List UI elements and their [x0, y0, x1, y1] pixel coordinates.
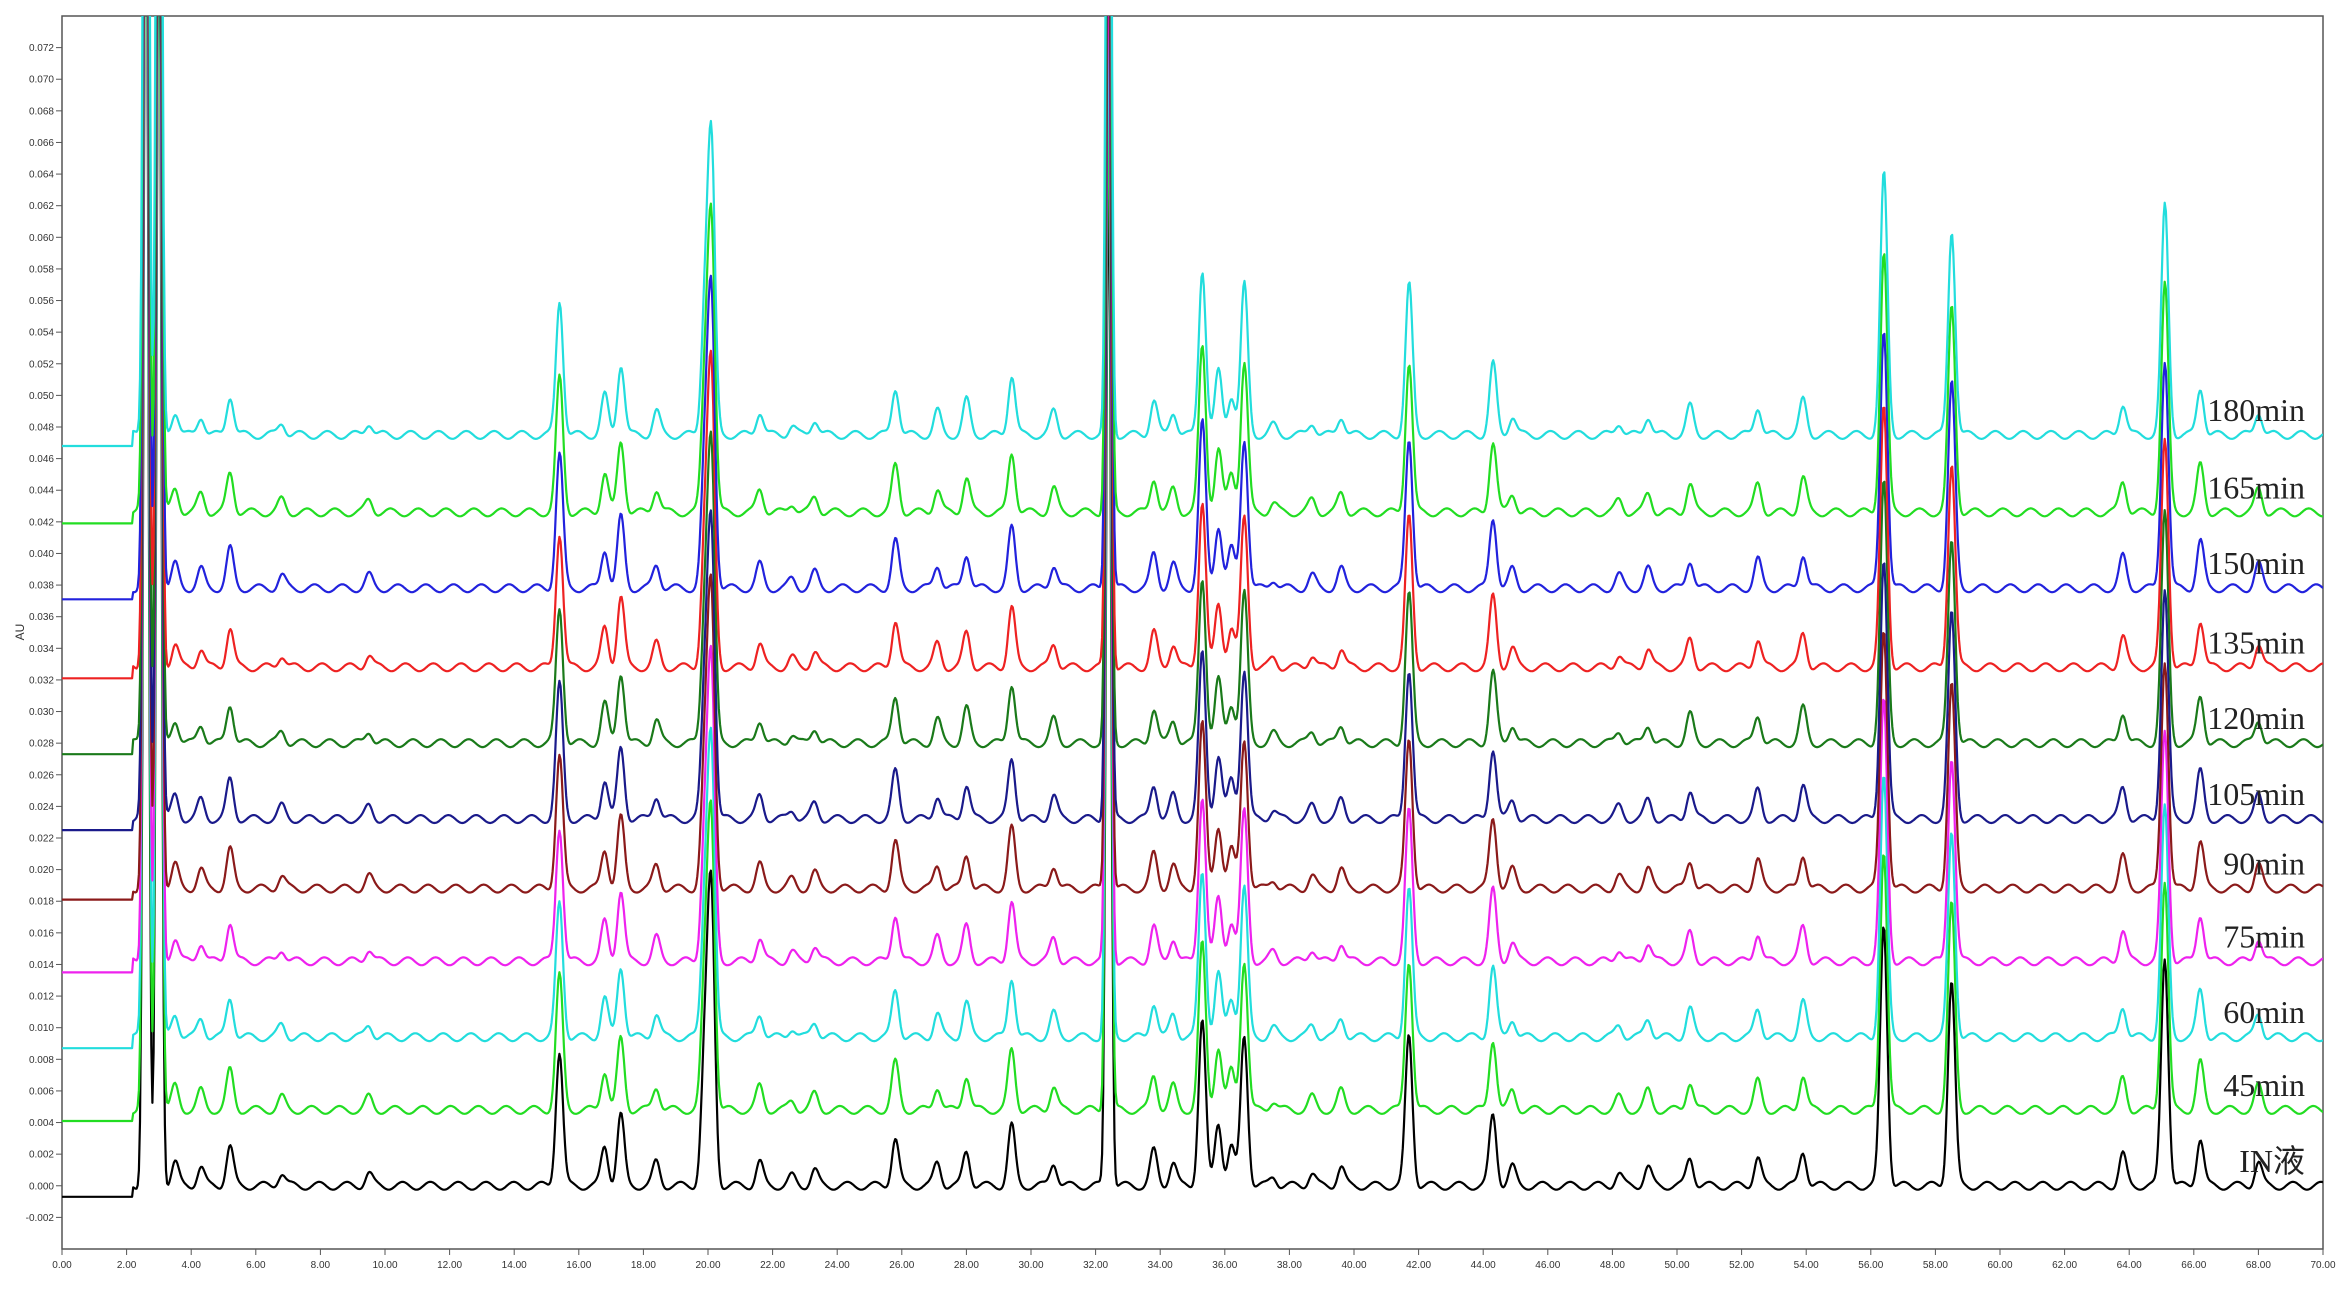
- x-tick-label: 18.00: [631, 1260, 656, 1271]
- y-tick-label: -0.002: [26, 1213, 55, 1224]
- x-tick-label: 0.00: [52, 1260, 72, 1271]
- y-tick-label: 0.026: [29, 770, 54, 781]
- x-tick-label: 10.00: [372, 1260, 397, 1271]
- plot-frame: [61, 15, 2324, 1250]
- y-tick-label: 0.010: [29, 1023, 54, 1034]
- series-label: 105min: [2207, 776, 2305, 812]
- series-label: 60min: [2223, 994, 2305, 1030]
- y-axis: -0.002 0.000 0.002 0.004 0.006 0.008 0.010 0.01…: [26, 43, 62, 1224]
- x-tick-label: 60.00: [1987, 1260, 2012, 1271]
- x-tick-label: 30.00: [1018, 1260, 1043, 1271]
- series-label: 165min: [2207, 469, 2305, 505]
- y-tick-label: 0.008: [29, 1055, 54, 1066]
- x-tick-label: 6.00: [246, 1260, 266, 1271]
- series-label: IN液: [2239, 1143, 2305, 1179]
- y-tick-label: 0.002: [29, 1150, 54, 1161]
- series-label: 135min: [2207, 624, 2305, 660]
- x-tick-label: 22.00: [760, 1260, 785, 1271]
- y-tick-label: 0.040: [29, 549, 54, 560]
- y-tick-label: 0.016: [29, 928, 54, 939]
- x-tick-label: 34.00: [1148, 1260, 1173, 1271]
- x-axis: 0.00 2.00 4.00 6.00 8.00 10.00 12.00 14.00 16.00…: [52, 1249, 2336, 1271]
- x-tick-label: 62.00: [2052, 1260, 2077, 1271]
- y-tick-label: 0.038: [29, 581, 54, 592]
- x-tick-label: 56.00: [1858, 1260, 1883, 1271]
- x-tick-label: 16.00: [566, 1260, 591, 1271]
- y-tick-label: 0.028: [29, 739, 54, 750]
- series-label: 75min: [2223, 918, 2305, 954]
- y-tick-label: 0.066: [29, 138, 54, 149]
- x-tick-label: 54.00: [1794, 1260, 1819, 1271]
- x-tick-label: 8.00: [311, 1260, 331, 1271]
- x-tick-label: 66.00: [2181, 1260, 2206, 1271]
- x-tick-label: 48.00: [1600, 1260, 1625, 1271]
- y-tick-label: 0.050: [29, 391, 54, 402]
- x-tick-label: 26.00: [889, 1260, 914, 1271]
- y-tick-label: 0.000: [29, 1181, 54, 1192]
- series-label: 150min: [2207, 545, 2305, 581]
- series-label: 180min: [2207, 392, 2305, 428]
- x-tick-label: 4.00: [181, 1260, 201, 1271]
- series-label: 90min: [2223, 846, 2305, 882]
- x-tick-label: 50.00: [1664, 1260, 1689, 1271]
- y-tick-label: 0.006: [29, 1086, 54, 1097]
- series-label: 45min: [2223, 1067, 2305, 1103]
- x-tick-label: 44.00: [1471, 1260, 1496, 1271]
- y-tick-label: 0.036: [29, 612, 54, 623]
- series-label: 120min: [2207, 700, 2305, 736]
- y-tick-label: 0.044: [29, 486, 54, 497]
- y-tick-label: 0.052: [29, 359, 54, 370]
- x-tick-label: 14.00: [502, 1260, 527, 1271]
- x-tick-label: 36.00: [1212, 1260, 1237, 1271]
- y-tick-label: 0.034: [29, 644, 54, 655]
- x-tick-label: 64.00: [2117, 1260, 2142, 1271]
- y-tick-label: 0.056: [29, 296, 54, 307]
- x-tick-label: 46.00: [1535, 1260, 1560, 1271]
- x-tick-label: 70.00: [2310, 1260, 2335, 1271]
- y-tick-label: 0.032: [29, 675, 54, 686]
- x-tick-label: 28.00: [954, 1260, 979, 1271]
- y-tick-label: 0.058: [29, 264, 54, 275]
- y-tick-label: 0.060: [29, 233, 54, 244]
- y-tick-label: 0.004: [29, 1118, 54, 1129]
- y-tick-label: 0.022: [29, 834, 54, 845]
- y-tick-label: 0.012: [29, 992, 54, 1003]
- y-tick-label: 0.020: [29, 865, 54, 876]
- x-tick-label: 68.00: [2246, 1260, 2271, 1271]
- chromatogram-chart: -0.002 0.000 0.002 0.004 0.006 0.008 0.010 0.01…: [13, 15, 2336, 1271]
- y-tick-label: 0.068: [29, 106, 54, 117]
- x-tick-label: 32.00: [1083, 1260, 1108, 1271]
- y-tick-label: 0.042: [29, 517, 54, 528]
- y-tick-label: 0.064: [29, 170, 54, 181]
- y-tick-label: 0.024: [29, 802, 54, 813]
- x-tick-label: 24.00: [825, 1260, 850, 1271]
- y-tick-label: 0.070: [29, 75, 54, 86]
- y-tick-label: 0.030: [29, 707, 54, 718]
- y-tick-label: 0.072: [29, 43, 54, 54]
- y-tick-label: 0.062: [29, 201, 54, 212]
- x-tick-label: 40.00: [1341, 1260, 1366, 1271]
- y-tick-label: 0.054: [29, 328, 54, 339]
- x-tick-label: 2.00: [117, 1260, 137, 1271]
- x-tick-label: 58.00: [1923, 1260, 1948, 1271]
- x-tick-label: 42.00: [1406, 1260, 1431, 1271]
- y-axis-label: AU: [13, 624, 27, 641]
- y-tick-label: 0.048: [29, 423, 54, 434]
- x-tick-label: 20.00: [695, 1260, 720, 1271]
- x-tick-label: 52.00: [1729, 1260, 1754, 1271]
- y-tick-label: 0.018: [29, 897, 54, 908]
- x-tick-label: 38.00: [1277, 1260, 1302, 1271]
- y-tick-label: 0.046: [29, 454, 54, 465]
- y-tick-label: 0.014: [29, 960, 54, 971]
- x-tick-label: 12.00: [437, 1260, 462, 1271]
